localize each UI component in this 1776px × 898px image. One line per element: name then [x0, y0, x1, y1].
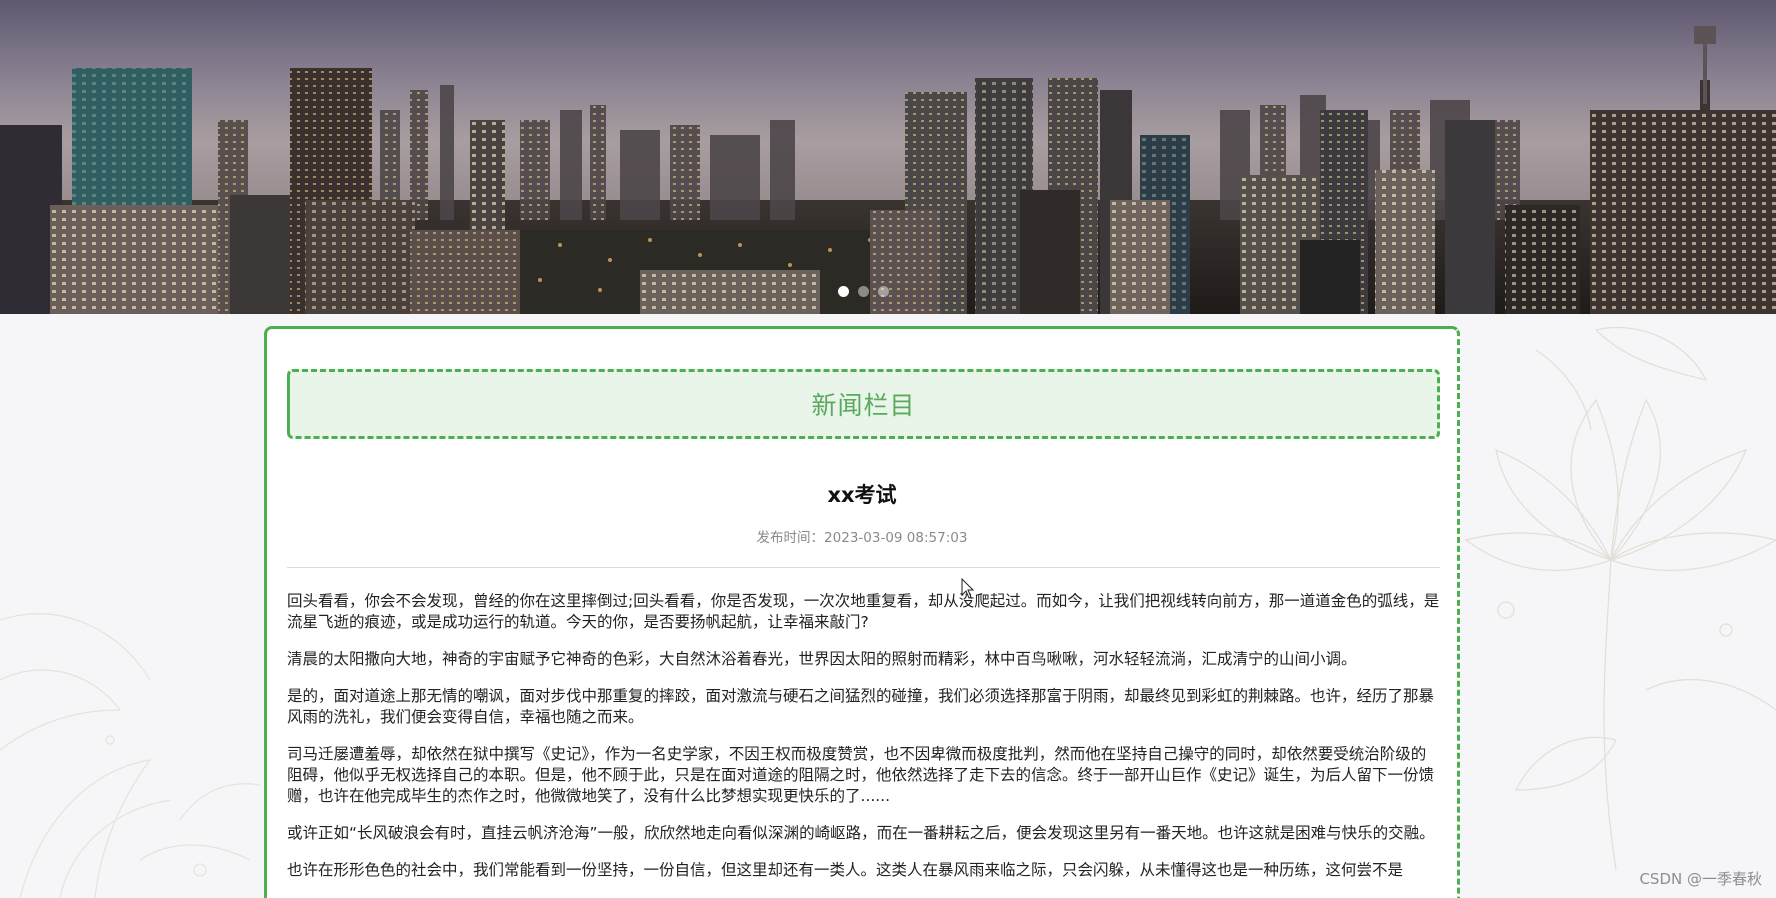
- publish-time: 发布时间：2023-03-09 08:57:03: [756, 530, 968, 546]
- article-paragraph: 清晨的太阳撒向大地，神奇的宇宙赋予它神奇的色彩，大自然沐浴着春光，世界因太阳的照…: [287, 650, 1357, 668]
- article-paragraph: 也许在形形色色的社会中，我们常能看到一份坚持，一份自信，但这里却还有一类人。这类…: [287, 861, 1404, 879]
- mouse-cursor-icon: [961, 578, 975, 599]
- article-paragraph: 司马迁屡遭羞辱，却依然在狱中撰写《史记》，作为一名史学家，不因王权而极度赞赏，也…: [287, 745, 1435, 805]
- watermark: CSDN @一季春秋: [1639, 870, 1762, 888]
- article-paragraph: 是的，面对道途上那无情的嘲讽，面对步伐中那重复的摔跤，面对激流与硬石之间猛烈的碰…: [287, 687, 1435, 726]
- article-paragraph: 或许正如“长风破浪会有时，直挂云帆济沧海”一般，欣欣然地走向看似深渊的崎岖路，而…: [287, 824, 1435, 842]
- lotus-decoration-right-icon: [1464, 326, 1776, 870]
- carousel-dot-1[interactable]: [838, 286, 849, 297]
- carousel-dot-2[interactable]: [858, 286, 869, 297]
- article-paragraph: 回头看看，你会不会发现，曾经的你在这里摔倒过;回头看看，你是否发现，一次次地重复…: [287, 592, 1440, 631]
- news-card: 新闻栏目 xx考试 发布时间：2023-03-09 08:57:03 回头看看，…: [264, 326, 1460, 898]
- carousel-indicators[interactable]: [838, 286, 889, 297]
- hero-banner[interactable]: [0, 0, 1776, 314]
- lotus-decoration-left-icon: [0, 613, 260, 898]
- article-body: 回头看看，你会不会发现，曾经的你在这里摔倒过;回头看看，你是否发现，一次次地重复…: [287, 591, 1440, 897]
- carousel-dot-3[interactable]: [878, 286, 889, 297]
- article-title: xx考试: [827, 483, 897, 507]
- page: 新闻栏目 xx考试 发布时间：2023-03-09 08:57:03 回头看看，…: [0, 0, 1776, 898]
- news-section-title: 新闻栏目: [811, 391, 916, 420]
- news-section-header: 新闻栏目: [287, 369, 1440, 439]
- divider: [287, 567, 1440, 568]
- city-skyline-image: [0, 0, 1776, 314]
